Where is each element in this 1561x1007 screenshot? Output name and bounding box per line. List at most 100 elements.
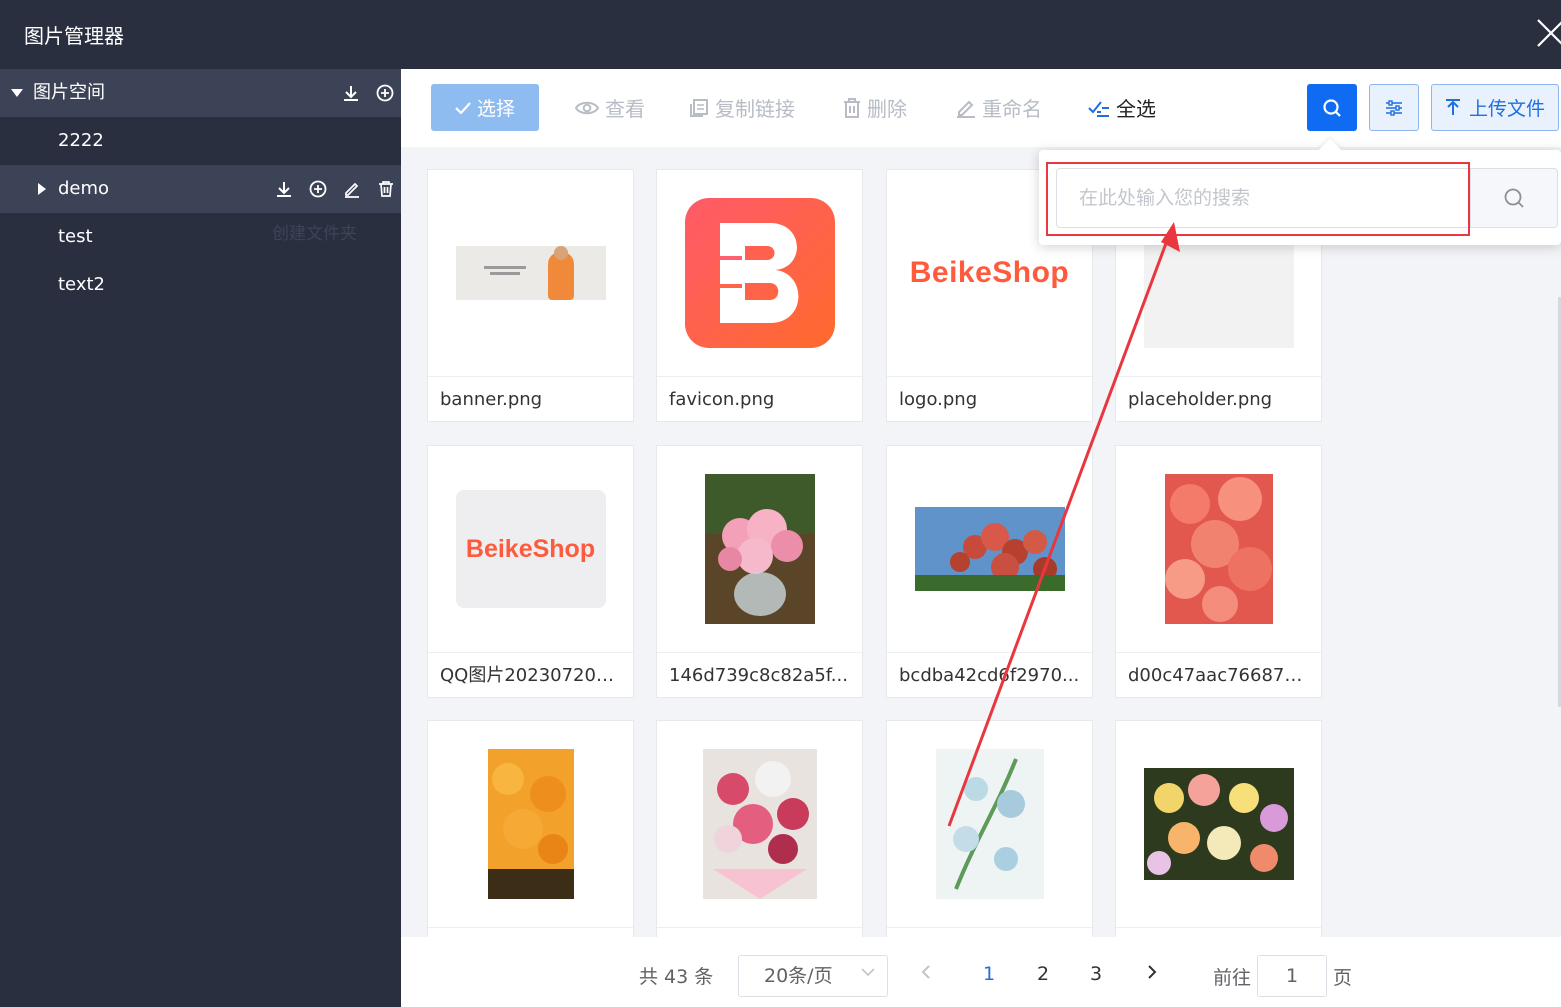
filter-button[interactable] bbox=[1369, 84, 1419, 131]
check-all-icon bbox=[1088, 100, 1109, 117]
delete-button[interactable]: 删除 bbox=[843, 84, 907, 131]
image-card-favicon[interactable]: favicon.png bbox=[656, 169, 863, 422]
upload-label: 上传文件 bbox=[1468, 98, 1545, 120]
trash-icon[interactable] bbox=[375, 178, 397, 200]
check-icon bbox=[455, 101, 471, 114]
view-button[interactable]: 查看 bbox=[575, 84, 645, 131]
select-all-label: 全选 bbox=[1116, 97, 1156, 121]
image-name: bcdba42cd6f2970... bbox=[887, 652, 1092, 698]
page-button-3[interactable]: 3 bbox=[1081, 963, 1111, 985]
image-name: placeholder.png bbox=[1116, 376, 1321, 422]
bouquet-thumbnail bbox=[702, 749, 817, 899]
image-card-roses[interactable]: d00c47aac76687e... bbox=[1115, 445, 1322, 698]
image-card-blue-flowers[interactable] bbox=[886, 720, 1093, 937]
tree-folder-demo[interactable]: demo bbox=[0, 165, 401, 213]
add-circle-icon[interactable] bbox=[374, 82, 396, 104]
image-thumb bbox=[657, 170, 862, 376]
rename-label: 重命名 bbox=[982, 97, 1042, 121]
image-thumb bbox=[428, 170, 633, 376]
select-button[interactable]: 选择 bbox=[431, 84, 539, 131]
folder-sidebar: 图片空间 2222 demo test 创建文件夹 text2 bbox=[0, 69, 401, 1007]
folder-label: demo bbox=[58, 178, 110, 199]
next-page-button[interactable] bbox=[1147, 963, 1157, 985]
copy-link-label: 复制链接 bbox=[715, 97, 795, 121]
download-icon[interactable] bbox=[273, 178, 295, 200]
add-circle-icon[interactable] bbox=[307, 178, 329, 200]
image-name bbox=[887, 927, 1092, 937]
select-button-label: 选择 bbox=[476, 98, 515, 120]
folder-label: 2222 bbox=[58, 130, 104, 151]
page-button-2[interactable]: 2 bbox=[1028, 963, 1058, 985]
goto-unit: 页 bbox=[1333, 967, 1353, 989]
tree-folder-2222[interactable]: 2222 bbox=[0, 117, 401, 165]
copy-icon bbox=[690, 98, 708, 117]
qq-thumbnail: BeikeShop bbox=[455, 490, 606, 608]
tree-root-label: 图片空间 bbox=[33, 82, 105, 103]
select-all-button[interactable]: 全选 bbox=[1088, 84, 1156, 131]
beikeshop-logo-text: BeikeShop bbox=[909, 256, 1070, 289]
image-name: 146d739c8c82a5f... bbox=[657, 652, 862, 698]
image-thumb: BeikeShop bbox=[428, 446, 633, 652]
page-button-1[interactable]: 1 bbox=[974, 963, 1004, 985]
goto-label: 前往 bbox=[1213, 967, 1252, 989]
view-button-label: 查看 bbox=[605, 97, 645, 121]
goto-page-input[interactable]: 1 bbox=[1257, 955, 1327, 997]
copy-link-button[interactable]: 复制链接 bbox=[689, 84, 795, 131]
trash-icon bbox=[844, 97, 860, 118]
upload-button[interactable]: 上传文件 bbox=[1431, 84, 1559, 131]
image-thumb bbox=[657, 446, 862, 652]
search-submit-button[interactable] bbox=[1471, 168, 1558, 228]
edit-icon bbox=[957, 100, 975, 118]
flower-photo-thumbnail bbox=[704, 474, 815, 624]
title-bar: 图片管理器 bbox=[0, 0, 1561, 69]
image-card-banner[interactable]: banner.png bbox=[427, 169, 634, 422]
image-thumb bbox=[1116, 721, 1321, 927]
edit-icon[interactable] bbox=[341, 178, 363, 200]
image-thumb bbox=[657, 721, 862, 927]
image-name: logo.png bbox=[887, 376, 1092, 422]
download-icon[interactable] bbox=[340, 82, 362, 104]
folder-label: test bbox=[58, 226, 93, 247]
caret-down-icon[interactable] bbox=[10, 69, 24, 117]
roses-photo-thumbnail bbox=[1164, 474, 1273, 624]
toolbar: 选择 查看 复制链接 删除 重命名 全选 上传文件 bbox=[401, 69, 1561, 147]
banner-thumbnail bbox=[455, 246, 606, 300]
eye-icon bbox=[575, 101, 599, 114]
folder-label: text2 bbox=[58, 274, 105, 295]
beikeshop-logo-text: BeikeShop bbox=[465, 534, 596, 563]
gerbera-thumbnail bbox=[1143, 768, 1294, 880]
image-card-orange-flowers[interactable] bbox=[427, 720, 634, 937]
image-card-flower[interactable]: 146d739c8c82a5f... bbox=[656, 445, 863, 698]
rename-button[interactable]: 重命名 bbox=[956, 84, 1042, 131]
image-name bbox=[657, 927, 862, 937]
image-card-gerbera[interactable] bbox=[1115, 720, 1322, 937]
search-icon bbox=[1504, 188, 1524, 208]
search-icon bbox=[1323, 98, 1341, 117]
search-input[interactable] bbox=[1056, 168, 1471, 228]
sliders-icon bbox=[1386, 99, 1402, 116]
upload-icon bbox=[1445, 98, 1460, 115]
blue-flower-thumbnail bbox=[935, 749, 1044, 899]
image-name: d00c47aac76687e... bbox=[1116, 652, 1321, 698]
image-thumb bbox=[887, 446, 1092, 652]
window-title: 图片管理器 bbox=[24, 24, 124, 48]
image-name: banner.png bbox=[428, 376, 633, 422]
page-size-select[interactable]: 20条/页 bbox=[738, 955, 888, 997]
search-popover bbox=[1039, 138, 1561, 245]
tree-folder-text2[interactable]: text2 bbox=[0, 261, 401, 309]
orange-flower-thumbnail bbox=[487, 749, 574, 899]
close-icon[interactable] bbox=[1536, 18, 1561, 48]
image-card-blossom[interactable]: bcdba42cd6f2970... bbox=[886, 445, 1093, 698]
blossom-photo-thumbnail bbox=[914, 507, 1065, 591]
image-grid: banner.png favicon.png BeikeShop logo.pn… bbox=[401, 147, 1561, 937]
caret-right-icon[interactable] bbox=[35, 165, 49, 213]
image-card-qq[interactable]: BeikeShop QQ图片202307201... bbox=[427, 445, 634, 698]
image-name: QQ图片202307201... bbox=[428, 652, 633, 698]
chevron-right-icon bbox=[1148, 965, 1157, 979]
search-button[interactable] bbox=[1307, 84, 1357, 131]
delete-label: 删除 bbox=[867, 97, 907, 121]
tree-root-image-space[interactable]: 图片空间 bbox=[0, 69, 401, 117]
image-card-bouquet[interactable] bbox=[656, 720, 863, 937]
prev-page-button[interactable] bbox=[921, 963, 931, 985]
image-thumb bbox=[1116, 446, 1321, 652]
